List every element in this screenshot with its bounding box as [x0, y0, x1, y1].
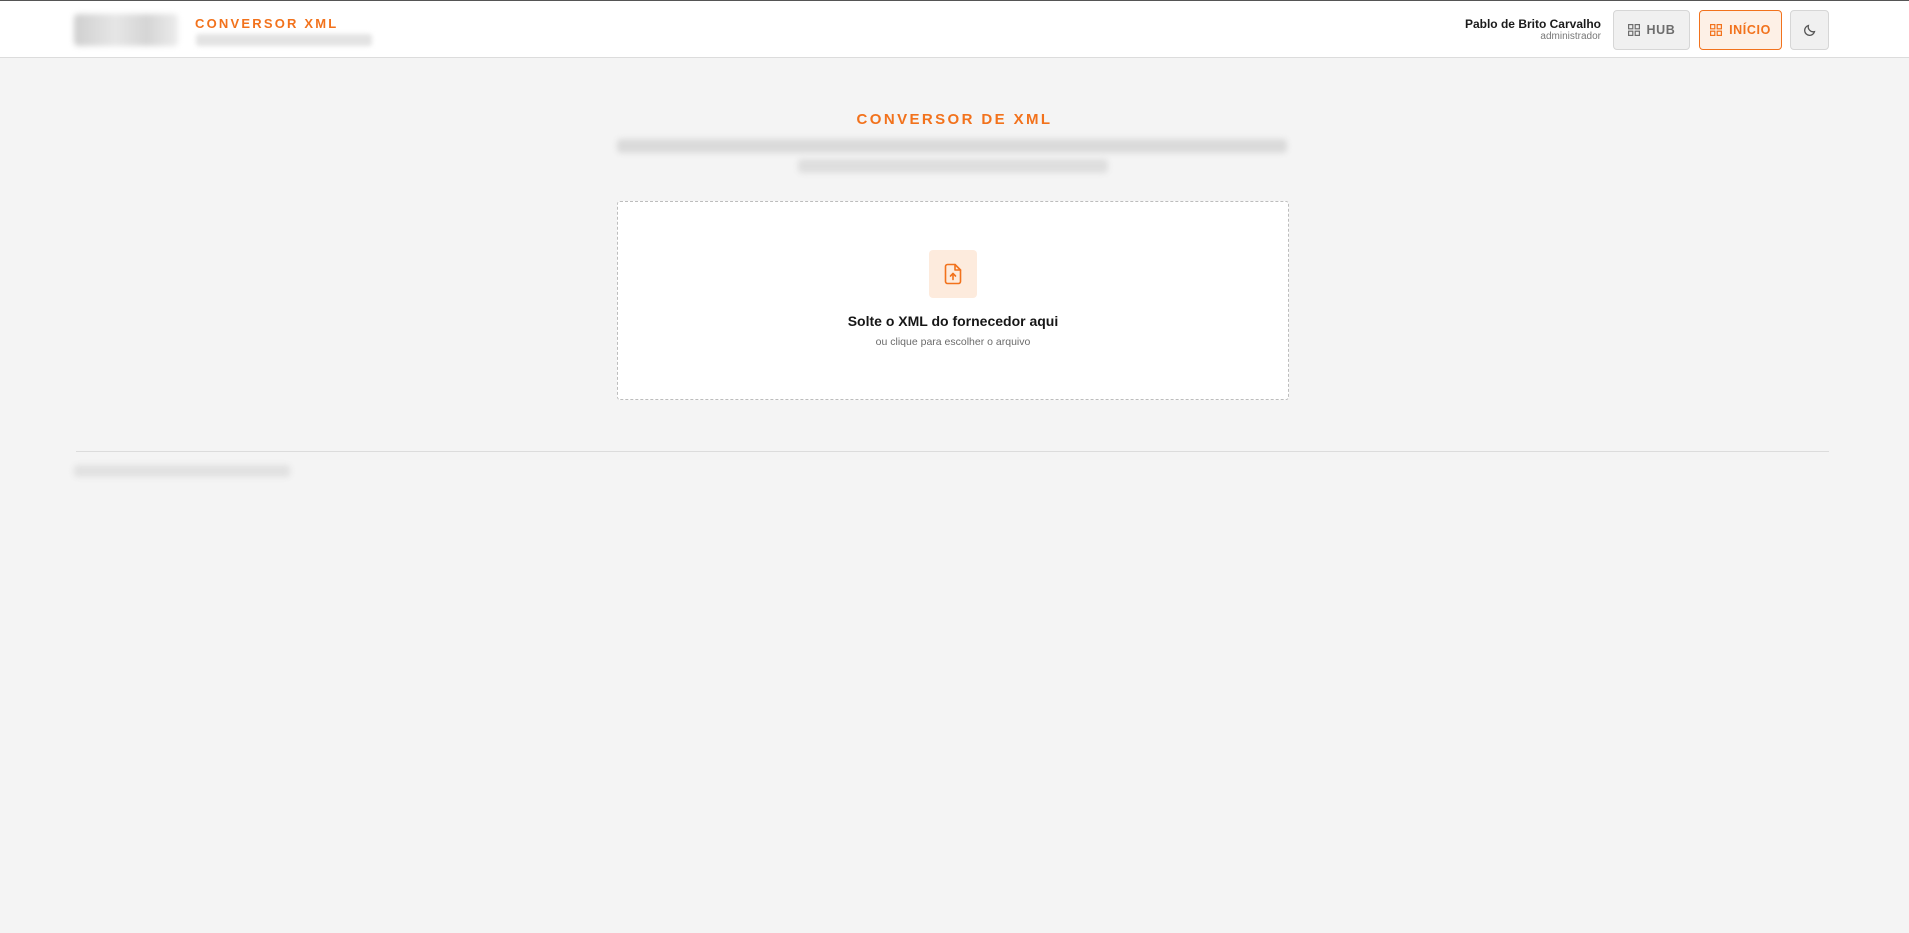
- dropzone-subtitle: ou clique para escolher o arquivo: [875, 336, 1031, 348]
- theme-toggle-button[interactable]: [1790, 10, 1829, 50]
- grid-icon: [1627, 24, 1640, 36]
- xml-dropzone[interactable]: Solte o XML do fornecedor aqui ou clique…: [617, 201, 1289, 400]
- app-title: CONVERSOR XML: [195, 16, 339, 31]
- page-title: CONVERSOR DE XML: [856, 111, 1053, 128]
- page-description-redacted: [798, 159, 1108, 173]
- page-description-redacted: [617, 139, 1287, 153]
- app-subtitle-redacted: [196, 34, 372, 46]
- footer-divider: [76, 451, 1829, 452]
- top-bar: CONVERSOR XML Pablo de Brito Carvalho ad…: [0, 0, 1909, 58]
- inicio-button-label: INÍCIO: [1729, 23, 1771, 37]
- user-info: Pablo de Brito Carvalho administrador: [1465, 17, 1601, 43]
- hub-button[interactable]: HUB: [1613, 10, 1690, 50]
- company-logo[interactable]: [74, 14, 178, 46]
- inicio-button[interactable]: INÍCIO: [1699, 10, 1782, 50]
- user-name: Pablo de Brito Carvalho: [1464, 17, 1601, 31]
- dropzone-title: Solte o XML do fornecedor aqui: [847, 313, 1059, 329]
- footer-text-redacted: [74, 465, 290, 477]
- moon-icon: [1803, 24, 1815, 36]
- file-upload-icon: [929, 250, 977, 298]
- hub-button-label: HUB: [1646, 23, 1676, 37]
- user-role: administrador: [1540, 31, 1601, 42]
- grid-icon: [1710, 24, 1723, 36]
